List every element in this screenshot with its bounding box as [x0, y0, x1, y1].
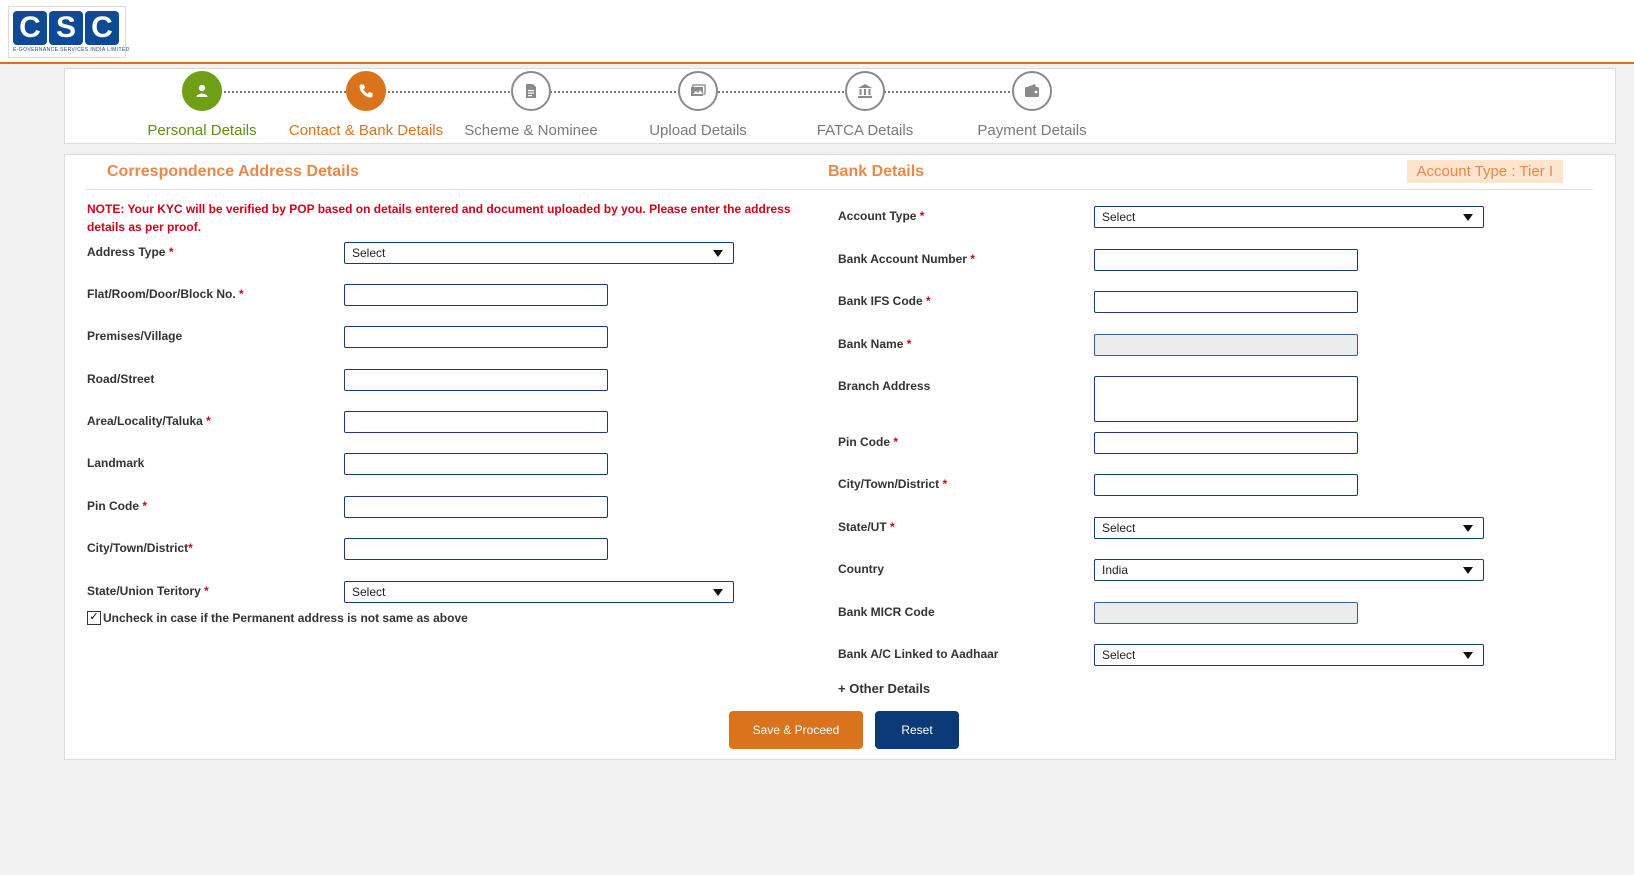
country-label: Country: [838, 562, 884, 576]
state-select[interactable]: Select: [344, 581, 734, 603]
area-label: Area/Locality/Taluka *: [87, 414, 211, 428]
chevron-down-icon: [1463, 567, 1473, 574]
road-label: Road/Street: [87, 372, 155, 386]
step-personal-details[interactable]: Personal Details: [117, 71, 287, 139]
branch-address-label: Branch Address: [838, 379, 931, 393]
account-type-select[interactable]: Select: [1094, 206, 1484, 228]
pin-code-label: Pin Code *: [87, 499, 148, 513]
aadhaar-linked-label: Bank A/C Linked to Aadhaar: [838, 647, 999, 661]
city-label: City/Town/District*: [87, 541, 193, 555]
step-fatca-details[interactable]: FATCA Details: [780, 71, 950, 139]
logo-letter: C: [13, 11, 47, 45]
correspondence-title: Correspondence Address Details: [107, 163, 359, 180]
bank-city-input[interactable]: [1094, 474, 1358, 496]
step-label: Contact & Bank Details: [288, 122, 444, 139]
chevron-down-icon: [713, 250, 723, 257]
ifs-code-input[interactable]: [1094, 291, 1358, 313]
save-proceed-button[interactable]: Save & Proceed: [729, 711, 863, 749]
chevron-down-icon: [1463, 525, 1473, 532]
chevron-down-icon: [1463, 214, 1473, 221]
city-input[interactable]: [344, 538, 608, 560]
reset-button[interactable]: Reset: [875, 711, 959, 749]
other-details-toggle[interactable]: + Other Details: [838, 681, 930, 696]
logo-letter: S: [49, 11, 83, 45]
branch-address-textarea[interactable]: [1094, 376, 1358, 422]
chevron-down-icon: [713, 589, 723, 596]
bank-city-label: City/Town/District *: [838, 477, 948, 491]
road-input[interactable]: [344, 369, 608, 391]
bank-icon: [845, 71, 885, 111]
premises-input[interactable]: [344, 326, 608, 348]
step-payment-details[interactable]: Payment Details: [947, 71, 1117, 139]
permanent-address-checkbox-label: Uncheck in case if the Permanent address…: [103, 611, 468, 625]
phone-icon: [346, 71, 386, 111]
bank-name-label: Bank Name *: [838, 337, 912, 351]
person-icon: [182, 71, 222, 111]
csc-logo: C S C E-GOVERNANCE SERVICES INDIA LIMITE…: [8, 6, 129, 58]
account-type-label: Account Type *: [838, 209, 925, 223]
bank-account-number-input[interactable]: [1094, 249, 1358, 271]
landmark-label: Landmark: [87, 456, 145, 470]
bank-details-title: Bank Details: [828, 163, 925, 180]
upload-image-icon: [678, 71, 718, 111]
kyc-note: NOTE: Your KYC will be verified by POP b…: [87, 202, 791, 234]
account-type-badge: Account Type : Tier I: [1406, 160, 1563, 183]
bank-name-input: [1094, 334, 1358, 356]
step-label: Upload Details: [649, 122, 747, 139]
step-scheme-nominee[interactable]: Scheme & Nominee: [446, 71, 616, 139]
step-contact-bank-details[interactable]: Contact & Bank Details: [281, 71, 451, 139]
premises-label: Premises/Village: [87, 329, 183, 343]
document-icon: [511, 71, 551, 111]
pin-code-input[interactable]: [344, 496, 608, 518]
permanent-address-checkbox[interactable]: ✓: [87, 611, 101, 625]
step-label: FATCA Details: [816, 122, 914, 139]
aadhaar-linked-select[interactable]: Select: [1094, 644, 1484, 666]
area-input[interactable]: [344, 411, 608, 433]
ifs-code-label: Bank IFS Code *: [838, 294, 931, 308]
address-type-select[interactable]: Select: [344, 242, 734, 264]
flat-label: Flat/Room/Door/Block No. *: [87, 287, 244, 301]
logo-tagline: E-GOVERNANCE SERVICES INDIA LIMITED: [13, 47, 130, 53]
micr-code-input: [1094, 602, 1358, 624]
step-label: Scheme & Nominee: [464, 122, 598, 139]
flat-input[interactable]: [344, 284, 608, 306]
bank-state-label: State/UT *: [838, 520, 895, 534]
wallet-icon: [1012, 71, 1052, 111]
address-type-label: Address Type *: [87, 245, 174, 259]
chevron-down-icon: [1463, 652, 1473, 659]
form-panel: Correspondence Address Details Bank Deta…: [64, 154, 1616, 760]
state-label: State/Union Teritory *: [87, 584, 209, 598]
bank-pin-code-label: Pin Code *: [838, 435, 899, 449]
step-label: Payment Details: [977, 122, 1087, 139]
section-header: Correspondence Address Details Bank Deta…: [85, 155, 1593, 190]
bank-state-select[interactable]: Select: [1094, 517, 1484, 539]
micr-code-label: Bank MICR Code: [838, 605, 935, 619]
bank-pin-code-input[interactable]: [1094, 432, 1358, 454]
country-select[interactable]: India: [1094, 559, 1484, 581]
logo-letter: C: [85, 11, 119, 45]
header-bar: C S C E-GOVERNANCE SERVICES INDIA LIMITE…: [0, 0, 1634, 64]
landmark-input[interactable]: [344, 453, 608, 475]
progress-stepper: Personal Details Contact & Bank Details …: [64, 68, 1616, 144]
bank-account-number-label: Bank Account Number *: [838, 252, 975, 266]
step-upload-details[interactable]: Upload Details: [613, 71, 783, 139]
step-label: Personal Details: [147, 122, 257, 139]
